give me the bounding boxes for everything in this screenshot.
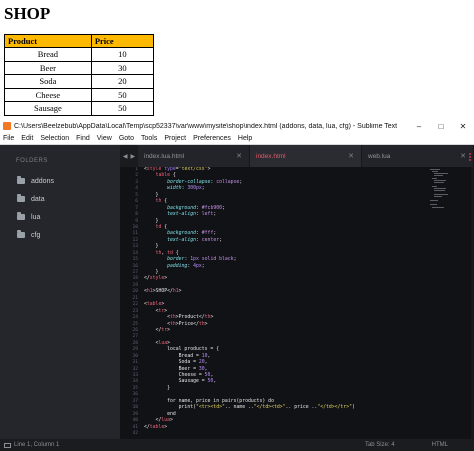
sublime-window: C:\Users\Beelzebub\AppData\Local\Temp\sc… [0, 119, 474, 451]
sidebar: FOLDERS addons data lua cfg [0, 145, 120, 439]
price-cell: 50 [90, 87, 155, 102]
title-bar[interactable]: C:\Users\Beelzebub\AppData\Local\Temp\sc… [0, 119, 474, 133]
sidebar-item-lua[interactable]: lua [17, 211, 40, 223]
close-icon[interactable]: ✕ [348, 152, 354, 160]
code-editor[interactable]: 1 2 3 4 5 6 7 8 9 10 11 12 13 14 15 16 17 18 19 20 21 22 23 24 2… [120, 167, 474, 439]
folders-heading: FOLDERS [16, 158, 48, 164]
tab-bar: ◀ ▶ index.lua.html ✕ index.html ✕ web.lu… [120, 145, 474, 167]
folder-icon [17, 194, 25, 202]
close-button[interactable]: ✕ [452, 122, 474, 131]
menu-preferences[interactable]: Preferences [193, 135, 231, 142]
sidebar-item-data[interactable]: data [17, 193, 45, 205]
close-icon[interactable]: ✕ [460, 152, 466, 160]
sidebar-item-cfg[interactable]: cfg [17, 229, 40, 241]
tab-label: web.lua [368, 152, 391, 160]
menu-selection[interactable]: Selection [40, 135, 69, 142]
table-header-product: Product [4, 34, 92, 48]
cursor-position[interactable]: Line 1, Column 1 [14, 442, 365, 448]
table-row: Bread 10 [4, 47, 155, 62]
price-cell: 30 [90, 60, 155, 75]
table-row: Cheese 50 [4, 87, 155, 102]
status-bar: Line 1, Column 1 Tab Size: 4 HTML [0, 439, 474, 451]
chevron-right-icon[interactable]: ▶ [131, 153, 136, 160]
tab-size[interactable]: Tab Size: 4 [365, 442, 395, 448]
table-row: Soda 20 [4, 74, 155, 89]
sidebar-item-label: lua [31, 213, 41, 221]
sidebar-item-label: cfg [31, 231, 41, 239]
table-header-price: Price [90, 34, 155, 48]
minimap[interactable] [426, 167, 474, 227]
product-cell: Soda [4, 74, 92, 89]
maximize-button[interactable]: □ [430, 122, 452, 131]
product-cell: Sausage [4, 101, 92, 116]
product-cell: Cheese [4, 87, 92, 102]
menu-bar: File Edit Selection Find View Goto Tools… [0, 133, 474, 145]
price-cell: 50 [90, 101, 155, 116]
shop-heading: SHOP [4, 4, 51, 23]
html-preview: SHOP Product Price Bread 10 Beer 30 Soda 20… [0, 0, 474, 119]
sublime-app-icon [3, 122, 11, 130]
folder-icon [17, 212, 25, 220]
menu-file[interactable]: File [3, 135, 14, 142]
price-cell: 20 [90, 74, 155, 89]
menu-help[interactable]: Help [238, 135, 252, 142]
window-title: C:\Users\Beelzebub\AppData\Local\Temp\sc… [14, 122, 398, 130]
product-cell: Bread [4, 47, 92, 62]
chevron-left-icon[interactable]: ◀ [123, 153, 128, 160]
tab-web-lua[interactable]: web.lua ✕ [362, 145, 474, 167]
menu-edit[interactable]: Edit [21, 135, 33, 142]
sidebar-item-label: addons [31, 177, 54, 185]
product-table: Product Price Bread 10 Beer 30 Soda 20 Chee… [4, 34, 155, 116]
syntax-mode[interactable]: HTML [432, 442, 448, 448]
table-row: Beer 30 [4, 60, 155, 75]
menu-goto[interactable]: Goto [119, 135, 134, 142]
menu-project[interactable]: Project [164, 135, 186, 142]
minimize-button[interactable]: – [408, 122, 430, 131]
folder-icon [17, 176, 25, 184]
tab-label: index.html [256, 152, 286, 160]
panel-toggle-icon[interactable] [4, 442, 11, 448]
window-controls: – □ ✕ [408, 122, 474, 131]
tab-index-lua-html[interactable]: index.lua.html ✕ [138, 145, 250, 167]
code-area[interactable]: <style type="text/css"> table { border-c… [144, 167, 429, 439]
tab-index-html[interactable]: index.html ✕ [250, 145, 362, 167]
line-number-gutter: 1 2 3 4 5 6 7 8 9 10 11 12 13 14 15 16 17 18 19 20 21 22 23 24 2… [120, 167, 142, 439]
price-cell: 10 [90, 47, 155, 62]
tab-nav: ◀ ▶ [120, 145, 138, 167]
tab-label: index.lua.html [144, 152, 185, 160]
close-icon[interactable]: ✕ [236, 152, 242, 160]
table-row: Sausage 50 [4, 101, 155, 116]
product-cell: Beer [4, 60, 92, 75]
menu-find[interactable]: Find [76, 135, 90, 142]
folder-icon [17, 230, 25, 238]
menu-tools[interactable]: Tools [141, 135, 157, 142]
sidebar-item-addons[interactable]: addons [17, 175, 54, 187]
line-number: 42 [132, 430, 138, 436]
sidebar-item-label: data [31, 195, 45, 203]
menu-view[interactable]: View [97, 135, 112, 142]
